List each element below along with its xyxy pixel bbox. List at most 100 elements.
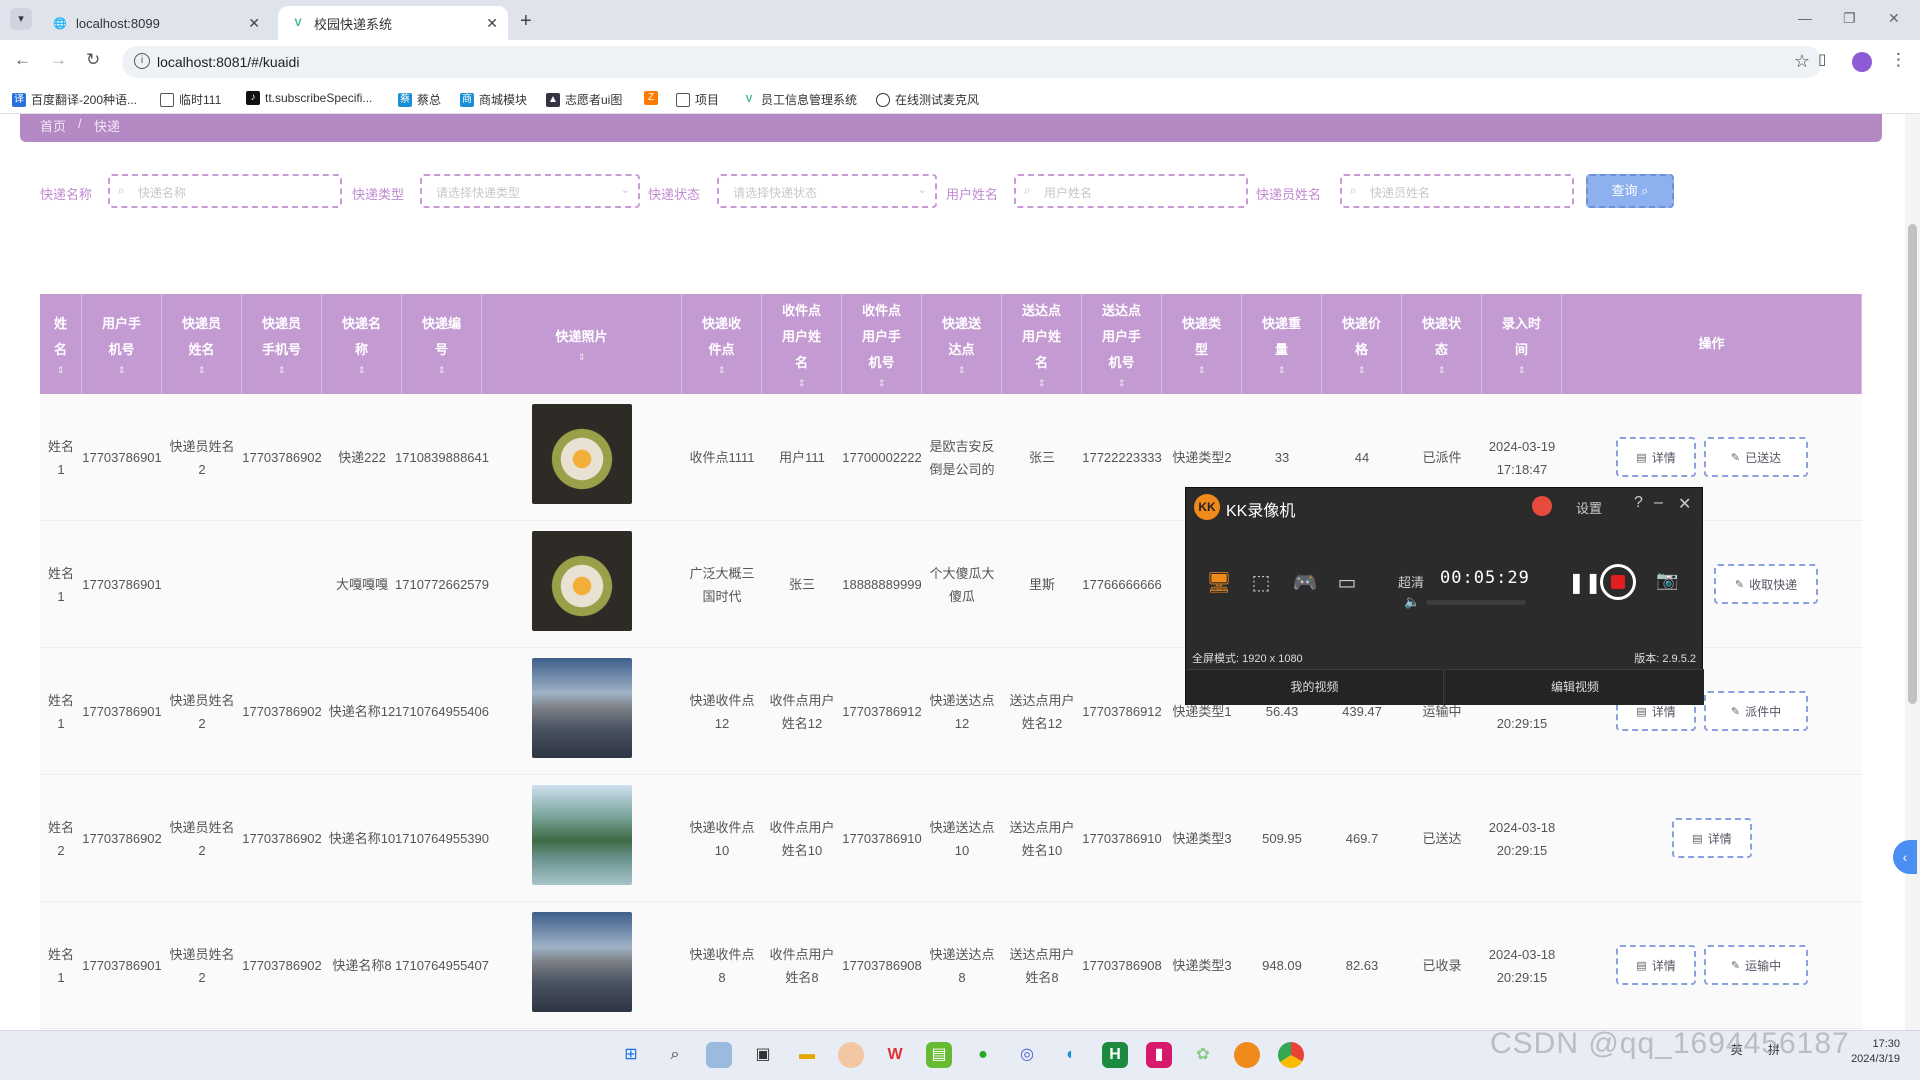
sort-icon[interactable]: ⇕ — [358, 363, 366, 377]
column-header[interactable]: 用户手机号 ⇕ — [82, 294, 162, 394]
sort-icon[interactable]: ⇕ — [118, 363, 126, 377]
sort-icon[interactable]: ⇕ — [878, 376, 886, 390]
close-window-icon[interactable]: ✕ — [1888, 10, 1900, 27]
sidebar-toggle-icon[interactable]: ▯ — [1818, 50, 1826, 68]
file-explorer-icon[interactable]: ▬ — [794, 1042, 820, 1068]
recorder-settings[interactable]: 设置 — [1576, 498, 1602, 517]
task-view-icon[interactable]: ▣ — [750, 1042, 776, 1068]
column-header[interactable]: 操作 — [1562, 294, 1862, 394]
detail-button[interactable]: ▤ 详情 — [1672, 818, 1752, 858]
kuaidi-photo-thumbnail[interactable] — [532, 912, 632, 1012]
menu-icon[interactable]: ⋮ — [1890, 50, 1907, 70]
bookmark-item[interactable]: 商商城模块 — [460, 91, 527, 108]
bookmark-item[interactable]: ♪ tt.subscribeSpecifi... — [246, 91, 372, 105]
new-tab-icon[interactable]: + — [520, 10, 532, 33]
url-text[interactable]: localhost:8081/#/kuaidi — [157, 54, 299, 70]
minimize-icon[interactable]: — — [1798, 10, 1812, 26]
search-icon[interactable]: ⌕ — [662, 1042, 688, 1068]
system-clock[interactable]: 17:30 2024/3/19 — [1851, 1037, 1900, 1067]
status-action-button[interactable]: ✎ 收取快递 — [1714, 564, 1818, 604]
jetbrains-icon[interactable]: ▮ — [1146, 1042, 1172, 1068]
reload-icon[interactable]: ↻ — [86, 50, 100, 70]
user-name-input[interactable]: ⌕ 用户姓名 — [1014, 174, 1248, 208]
column-header[interactable]: 录入时间 ⇕ — [1482, 294, 1562, 394]
sort-icon[interactable]: ⇕ — [578, 350, 586, 364]
quality-label[interactable]: 超清 — [1398, 572, 1424, 591]
my-videos-button[interactable]: 我的视频 — [1186, 669, 1444, 705]
hbuilder-icon[interactable]: H — [1102, 1042, 1128, 1068]
app-icon[interactable] — [838, 1042, 864, 1068]
bookmark-item[interactable]: V 员工信息管理系统 — [742, 91, 857, 108]
column-header[interactable]: 快递状态 ⇕ — [1402, 294, 1482, 394]
volume-slider[interactable] — [1426, 600, 1526, 605]
bookmark-item[interactable]: 蔡蔡总 — [398, 91, 441, 108]
profile-avatar[interactable] — [1852, 52, 1872, 72]
forward-icon[interactable]: → — [50, 50, 67, 70]
bookmark-folder[interactable]: 项目 — [676, 91, 719, 108]
column-header[interactable]: 快递名称 ⇕ — [322, 294, 402, 394]
close-tab-icon[interactable]: ✕ — [486, 15, 498, 32]
region-mode-icon[interactable]: ⬚ — [1246, 570, 1276, 596]
kuaidi-name-input[interactable]: ⌕ 快递名称 — [108, 174, 342, 208]
status-action-button[interactable]: ✎ 派件中 — [1704, 691, 1808, 731]
close-tab-icon[interactable]: ✕ — [248, 15, 260, 32]
column-header[interactable]: 快递类型 ⇕ — [1162, 294, 1242, 394]
minimize-icon[interactable]: – — [1654, 494, 1663, 512]
scrollbar-thumb[interactable] — [1908, 224, 1917, 704]
detail-button[interactable]: ▤ 详情 — [1616, 945, 1696, 985]
wechat-icon[interactable]: ● — [970, 1042, 996, 1068]
start-icon[interactable]: ⊞ — [618, 1042, 644, 1068]
sort-icon[interactable]: ⇕ — [1358, 363, 1366, 377]
stop-record-button[interactable] — [1600, 564, 1636, 600]
app-icon[interactable]: ▤ — [926, 1042, 952, 1068]
courier-name-input[interactable]: ⌕ 快递员姓名 — [1340, 174, 1574, 208]
pause-icon[interactable]: ❚❚ — [1568, 570, 1602, 595]
volume-icon[interactable]: 🔈 — [1404, 594, 1420, 610]
sort-icon[interactable]: ⇕ — [57, 363, 65, 377]
status-action-button[interactable]: ✎ 已送达 — [1704, 437, 1808, 477]
kuaidi-type-select[interactable]: 请选择快递类型 ⌄ — [420, 174, 640, 208]
window-mode-icon[interactable]: ▭ — [1332, 570, 1362, 596]
column-header[interactable]: 快递编号 ⇕ — [402, 294, 482, 394]
sort-icon[interactable]: ⇕ — [1438, 363, 1446, 377]
column-header[interactable]: 送达点用户姓名 ⇕ — [1002, 294, 1082, 394]
screenshot-camera-icon[interactable]: 📷 — [1656, 570, 1678, 591]
fullscreen-mode-icon[interactable]: 🖥 — [1204, 570, 1234, 596]
column-header[interactable]: 快递收件点 ⇕ — [682, 294, 762, 394]
kuaidi-photo-thumbnail[interactable] — [532, 404, 632, 504]
wps-icon[interactable]: W — [882, 1042, 908, 1068]
column-header[interactable]: 姓名 ⇕ — [40, 294, 82, 394]
browser-tab-active[interactable]: V 校园快递系统 ✕ — [278, 6, 508, 40]
bookmark-item[interactable]: Z — [644, 91, 663, 105]
sort-icon[interactable]: ⇕ — [1038, 376, 1046, 390]
app-icon[interactable]: ◎ — [1014, 1042, 1040, 1068]
restore-icon[interactable]: ❐ — [1843, 10, 1856, 27]
sort-icon[interactable]: ⇕ — [718, 363, 726, 377]
help-icon[interactable]: ? — [1634, 494, 1643, 512]
sort-icon[interactable]: ⇕ — [1118, 376, 1126, 390]
sort-icon[interactable]: ⇕ — [958, 363, 966, 377]
bookmark-item[interactable]: 在线测试麦克风 — [876, 91, 979, 108]
sort-icon[interactable]: ⇕ — [1198, 363, 1206, 377]
back-icon[interactable]: ← — [14, 50, 31, 70]
detail-button[interactable]: ▤ 详情 — [1616, 437, 1696, 477]
query-button[interactable]: 查询 ⌕ — [1586, 174, 1674, 208]
kuaidi-photo-thumbnail[interactable] — [532, 785, 632, 885]
browser-tab-localhost[interactable]: 🌐 localhost:8099 ✕ — [40, 6, 270, 40]
copilot-icon[interactable] — [706, 1042, 732, 1068]
column-header[interactable]: 快递重量 ⇕ — [1242, 294, 1322, 394]
column-header[interactable]: 送达点用户手机号 ⇕ — [1082, 294, 1162, 394]
sort-icon[interactable]: ⇕ — [798, 376, 806, 390]
column-header[interactable]: 快递照片 ⇕ — [482, 294, 682, 394]
column-header[interactable]: 快递员姓名 ⇕ — [162, 294, 242, 394]
kuaidi-photo-thumbnail[interactable] — [532, 658, 632, 758]
bookmark-star-icon[interactable]: ☆ — [1794, 51, 1810, 72]
edge-icon[interactable]: ◐ — [1058, 1042, 1084, 1068]
bookmark-item[interactable]: 译百度翻译-200种语... — [12, 91, 137, 108]
chrome-icon[interactable] — [1278, 1042, 1304, 1068]
kuaidi-photo-thumbnail[interactable] — [532, 531, 632, 631]
sort-icon[interactable]: ⇕ — [1278, 363, 1286, 377]
bookmark-folder[interactable]: 临时111 — [160, 91, 221, 108]
vertical-scrollbar[interactable] — [1905, 114, 1920, 1030]
column-header[interactable]: 快递员手机号 ⇕ — [242, 294, 322, 394]
